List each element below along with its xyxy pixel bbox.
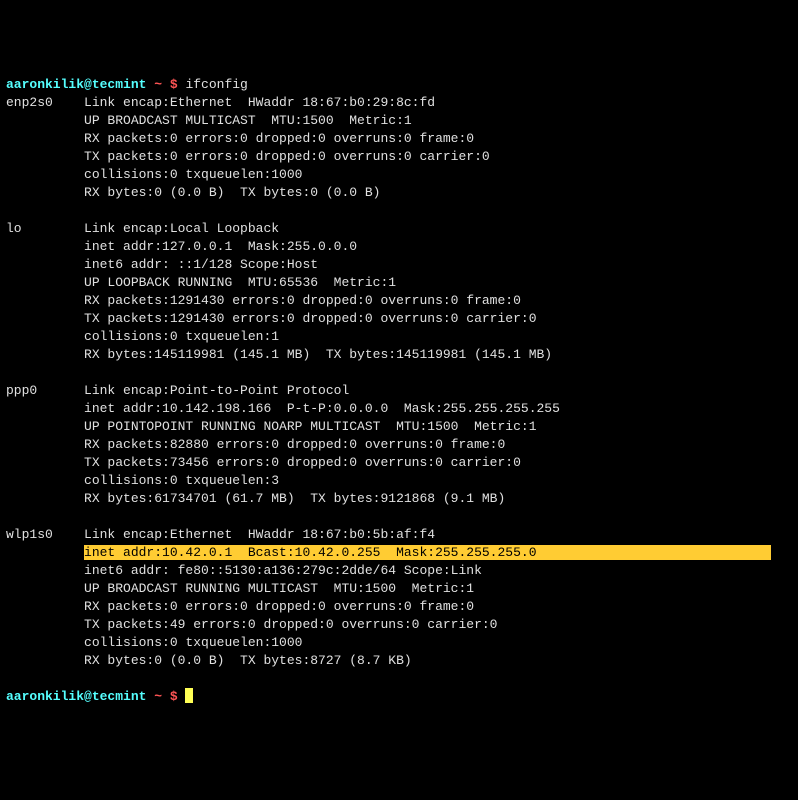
iface-line: RX bytes:0 (0.0 B) TX bytes:0 (0.0 B): [84, 185, 380, 200]
iface-line: RX packets:1291430 errors:0 dropped:0 ov…: [84, 293, 521, 308]
iface-line: RX packets:0 errors:0 dropped:0 overruns…: [84, 599, 474, 614]
iface-line: RX bytes:0 (0.0 B) TX bytes:8727 (8.7 KB…: [84, 653, 412, 668]
prompt-separator: ~ $: [146, 689, 185, 704]
iface-line: RX bytes:145119981 (145.1 MB) TX bytes:1…: [84, 347, 552, 362]
indent: [6, 491, 84, 506]
prompt-user-host: aaronkilik@tecmint: [6, 77, 146, 92]
indent: [6, 185, 84, 200]
indent: [6, 239, 84, 254]
iface-name: lo: [6, 221, 84, 236]
iface-line: Link encap:Ethernet HWaddr 18:67:b0:29:8…: [84, 95, 435, 110]
highlighted-inet-line: inet addr:10.42.0.1 Bcast:10.42.0.255 Ma…: [84, 545, 771, 560]
iface-line: UP BROADCAST RUNNING MULTICAST MTU:1500 …: [84, 581, 474, 596]
cursor[interactable]: [185, 688, 193, 703]
iface-line: UP POINTOPOINT RUNNING NOARP MULTICAST M…: [84, 419, 536, 434]
iface-line: inet addr:127.0.0.1 Mask:255.0.0.0: [84, 239, 357, 254]
indent: [6, 131, 84, 146]
iface-line: TX packets:73456 errors:0 dropped:0 over…: [84, 455, 521, 470]
indent: [6, 581, 84, 596]
iface-line: inet6 addr: fe80::5130:a136:279c:2dde/64…: [84, 563, 482, 578]
indent: [6, 473, 84, 488]
prompt-user-host: aaronkilik@tecmint: [6, 689, 146, 704]
iface-line: collisions:0 txqueuelen:1000: [84, 167, 302, 182]
iface-name: ppp0: [6, 383, 84, 398]
indent: [6, 293, 84, 308]
iface-line: TX packets:0 errors:0 dropped:0 overruns…: [84, 149, 490, 164]
iface-line: collisions:0 txqueuelen:3: [84, 473, 279, 488]
iface-name: wlp1s0: [6, 527, 84, 542]
iface-line: UP LOOPBACK RUNNING MTU:65536 Metric:1: [84, 275, 396, 290]
iface-wlp1s0: wlp1s0 Link encap:Ethernet HWaddr 18:67:…: [6, 527, 771, 668]
indent: [6, 419, 84, 434]
indent: [6, 635, 84, 650]
iface-lo: lo Link encap:Local Loopback inet addr:1…: [6, 221, 552, 362]
iface-line: RX packets:82880 errors:0 dropped:0 over…: [84, 437, 505, 452]
indent: [6, 311, 84, 326]
indent: [6, 113, 84, 128]
indent: [6, 437, 84, 452]
iface-line: RX packets:0 errors:0 dropped:0 overruns…: [84, 131, 474, 146]
iface-line: Link encap:Ethernet HWaddr 18:67:b0:5b:a…: [84, 527, 435, 542]
indent: [6, 149, 84, 164]
iface-line: collisions:0 txqueuelen:1000: [84, 635, 302, 650]
iface-line: Link encap:Local Loopback: [84, 221, 279, 236]
iface-line: UP BROADCAST MULTICAST MTU:1500 Metric:1: [84, 113, 412, 128]
iface-line: TX packets:1291430 errors:0 dropped:0 ov…: [84, 311, 536, 326]
indent: [6, 617, 84, 632]
indent: [6, 599, 84, 614]
iface-line: Link encap:Point-to-Point Protocol: [84, 383, 349, 398]
terminal[interactable]: aaronkilik@tecmint ~ $ ifconfig enp2s0 L…: [6, 76, 792, 706]
iface-line: inet6 addr: ::1/128 Scope:Host: [84, 257, 318, 272]
iface-enp2s0: enp2s0 Link encap:Ethernet HWaddr 18:67:…: [6, 95, 490, 200]
indent: [6, 167, 84, 182]
command-text: ifconfig: [185, 77, 247, 92]
iface-line: collisions:0 txqueuelen:1: [84, 329, 279, 344]
indent: [6, 563, 84, 578]
iface-line: inet addr:10.142.198.166 P-t-P:0.0.0.0 M…: [84, 401, 560, 416]
iface-line: TX packets:49 errors:0 dropped:0 overrun…: [84, 617, 497, 632]
iface-name: enp2s0: [6, 95, 84, 110]
indent: [6, 347, 84, 362]
indent: [6, 455, 84, 470]
indent: [6, 275, 84, 290]
indent: [6, 401, 84, 416]
indent: [6, 329, 84, 344]
iface-ppp0: ppp0 Link encap:Point-to-Point Protocol …: [6, 383, 560, 506]
prompt-separator: ~ $: [146, 77, 185, 92]
indent: [6, 257, 84, 272]
indent: [6, 545, 84, 560]
iface-line: RX bytes:61734701 (61.7 MB) TX bytes:912…: [84, 491, 505, 506]
indent: [6, 653, 84, 668]
